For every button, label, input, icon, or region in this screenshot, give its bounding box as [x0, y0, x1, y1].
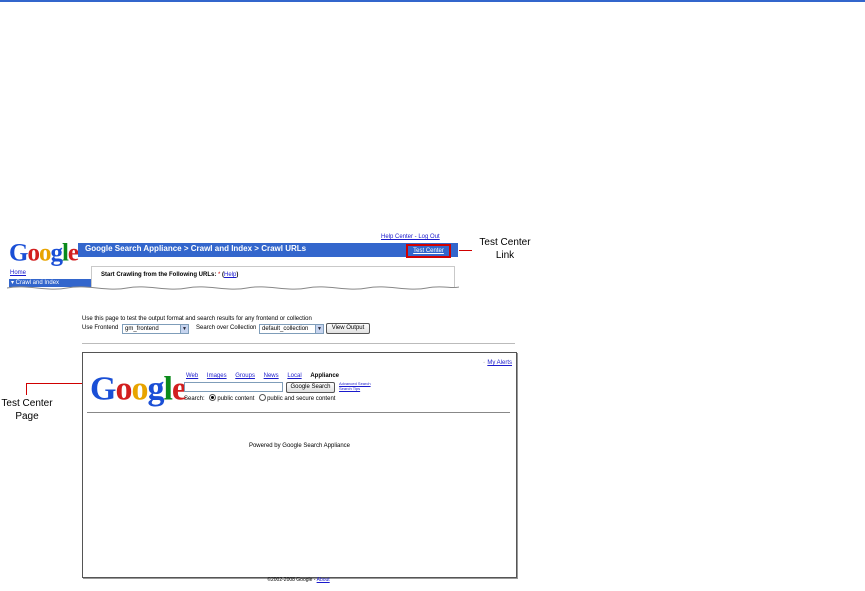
footer: ©2002-2008 Google - About [82, 577, 515, 583]
admin-console-snippet: Google™ Google Search Appliance > Crawl … [7, 228, 459, 298]
callout-test-center-page: Test Center Page [1, 398, 53, 422]
console-paper: Google™ Google Search Appliance > Crawl … [7, 228, 459, 298]
frontend-select[interactable]: gm_frontend ▼ [122, 324, 189, 334]
radio-public-label: public content [217, 396, 255, 402]
callout-line-page-vertical [26, 383, 27, 395]
tab-web[interactable]: Web [186, 373, 198, 379]
panel-title: Start Crawling from the Following URLs: … [101, 272, 239, 278]
nav-home-link[interactable]: Home [10, 270, 26, 276]
chevron-down-icon: ▼ [315, 325, 323, 333]
radio-secure-label: public and secure content [267, 396, 336, 402]
tab-local[interactable]: Local [287, 373, 301, 379]
my-alerts-link[interactable]: My Alerts [487, 360, 512, 366]
radio-public[interactable] [209, 394, 217, 401]
test-center-controls: Use Frontend gm_frontend ▼ Search over C… [82, 322, 515, 334]
tab-groups[interactable]: Groups [235, 373, 255, 379]
test-center-link[interactable]: Test Center [406, 244, 451, 258]
top-border [0, 0, 865, 2]
radio-secure[interactable] [259, 394, 267, 401]
search-tips-link[interactable]: Search Tips [339, 386, 371, 391]
collection-value: default_collection [262, 326, 309, 332]
tab-appliance: Appliance [310, 373, 340, 379]
help-link[interactable]: Help [224, 272, 236, 278]
callout-line-page-horizontal [26, 383, 82, 384]
google-logo-large: Google™ [90, 370, 191, 408]
frontend-value: gm_frontend [125, 326, 159, 332]
search-tabs: Web Images Groups News Local Appliance [186, 373, 339, 379]
help-logout-links[interactable]: Help Center - Log Out [381, 234, 440, 240]
tab-news[interactable]: News [264, 373, 279, 379]
about-link[interactable]: About [317, 577, 330, 583]
search-label: Search: [184, 396, 205, 402]
test-center-search-page: ◦ My Alerts Google™ Web Images Groups Ne… [82, 352, 517, 578]
chevron-down-icon: ▼ [180, 325, 188, 333]
advanced-links: Advanced Search Search Tips [339, 381, 371, 391]
breadcrumb: Google Search Appliance > Crawl and Inde… [85, 244, 307, 253]
torn-edge [7, 286, 459, 298]
powered-by: Powered by Google Search Appliance [248, 443, 351, 449]
copyright: ©2002-2008 Google - [267, 577, 316, 583]
google-search-button[interactable]: Google Search [286, 382, 335, 393]
search-input[interactable] [184, 382, 283, 392]
callout-test-center-link: Test Center Link [479, 237, 531, 261]
header-rule [87, 412, 510, 413]
bullet-icon: ◦ [483, 360, 485, 366]
google-logo: Google™ [9, 239, 83, 267]
collection-label: Search over Collection [196, 325, 257, 331]
tab-images[interactable]: Images [207, 373, 227, 379]
view-output-button[interactable]: View Output [326, 323, 370, 334]
collection-select[interactable]: default_collection ▼ [259, 324, 324, 334]
section-divider [82, 343, 515, 344]
frontend-label: Use Frontend [82, 325, 119, 331]
search-scope: Search: public content public and secure… [184, 394, 335, 402]
